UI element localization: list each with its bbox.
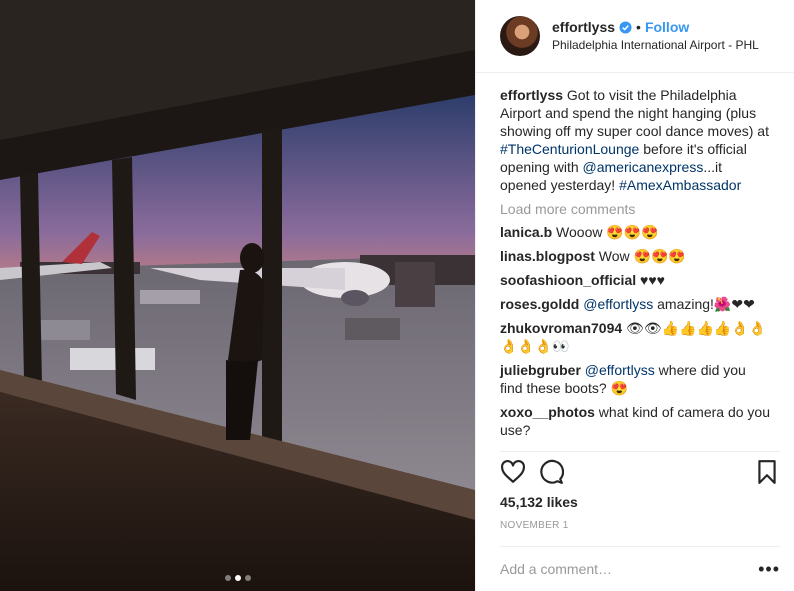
username-link[interactable]: effortlyss (552, 18, 615, 36)
separator-dot: • (636, 19, 641, 35)
post-actions-bar (500, 451, 780, 491)
comment-item: zhukovroman7094 👁👁👍👍👍👍👌👌👌👌👌👀 (500, 319, 770, 355)
comment-mention[interactable]: @effortlyss (581, 362, 655, 378)
caption-username[interactable]: effortlyss (500, 87, 563, 103)
bookmark-icon[interactable] (754, 459, 780, 485)
comment-username[interactable]: lanica.b (500, 224, 552, 240)
carousel-dot (244, 575, 251, 581)
comment-text: Wow 😍😍😍 (594, 248, 686, 264)
post-details-panel: effortlyss • Follow Philadelphia Interna… (475, 0, 794, 591)
post-photo[interactable] (0, 0, 475, 591)
comment-username[interactable]: xoxo__photos (500, 404, 595, 420)
comment-item: xoxo__photos what kind of camera do you … (500, 403, 770, 439)
comment-input[interactable] (500, 561, 759, 577)
comment-text: Wooow 😍😍😍 (552, 224, 659, 240)
add-comment-bar: ••• (500, 546, 780, 591)
comment-username[interactable]: zhukovroman7094 (500, 320, 622, 336)
hashtag-link[interactable]: #AmexAmbassador (619, 177, 741, 193)
comment-item: lanica.b Wooow 😍😍😍 (500, 223, 770, 241)
comment-icon[interactable] (538, 459, 564, 485)
carousel-dot-active (234, 575, 241, 581)
heart-icon[interactable] (500, 459, 526, 485)
comment-username[interactable]: juliebgruber (500, 362, 581, 378)
comment-item: linas.blogpost Wow 😍😍😍 (500, 247, 770, 265)
carousel-dot (224, 575, 231, 581)
post-caption: effortlyss Got to visit the Philadelphia… (500, 86, 770, 194)
post-date: NOVEMBER 1 (500, 520, 569, 531)
more-options-button[interactable]: ••• (758, 560, 780, 578)
comment-text: ♥♥♥ (636, 272, 665, 288)
carousel-indicator (0, 575, 475, 581)
mention-link[interactable]: @americanexpress (583, 159, 704, 175)
airport-window-photo (0, 0, 475, 591)
comment-item: juliebgruber @effortlyss where did you f… (500, 361, 770, 397)
comment-mention[interactable]: @effortlyss (579, 296, 653, 312)
comment-text: amazing!🌺❤❤ (653, 296, 755, 312)
comment-username[interactable]: roses.goldd (500, 296, 579, 312)
verified-badge-icon (619, 20, 632, 34)
post-header: effortlyss • Follow Philadelphia Interna… (476, 0, 794, 73)
hashtag-link[interactable]: #TheCenturionLounge (500, 141, 639, 157)
likes-count[interactable]: 45,132 likes (500, 494, 578, 510)
load-more-comments-button[interactable]: Load more comments (500, 200, 770, 218)
avatar[interactable] (500, 16, 540, 56)
location-link[interactable]: Philadelphia International Airport - PHL (552, 36, 759, 54)
comment-username[interactable]: linas.blogpost (500, 248, 595, 264)
comments-list[interactable]: effortlyss Got to visit the Philadelphia… (476, 74, 794, 444)
comment-username[interactable]: soofashioon_official (500, 272, 636, 288)
comment-item: roses.goldd @effortlyss amazing!🌺❤❤ (500, 295, 770, 313)
follow-button[interactable]: Follow (645, 18, 689, 36)
comment-item: soofashioon_official ♥♥♥ (500, 271, 770, 289)
